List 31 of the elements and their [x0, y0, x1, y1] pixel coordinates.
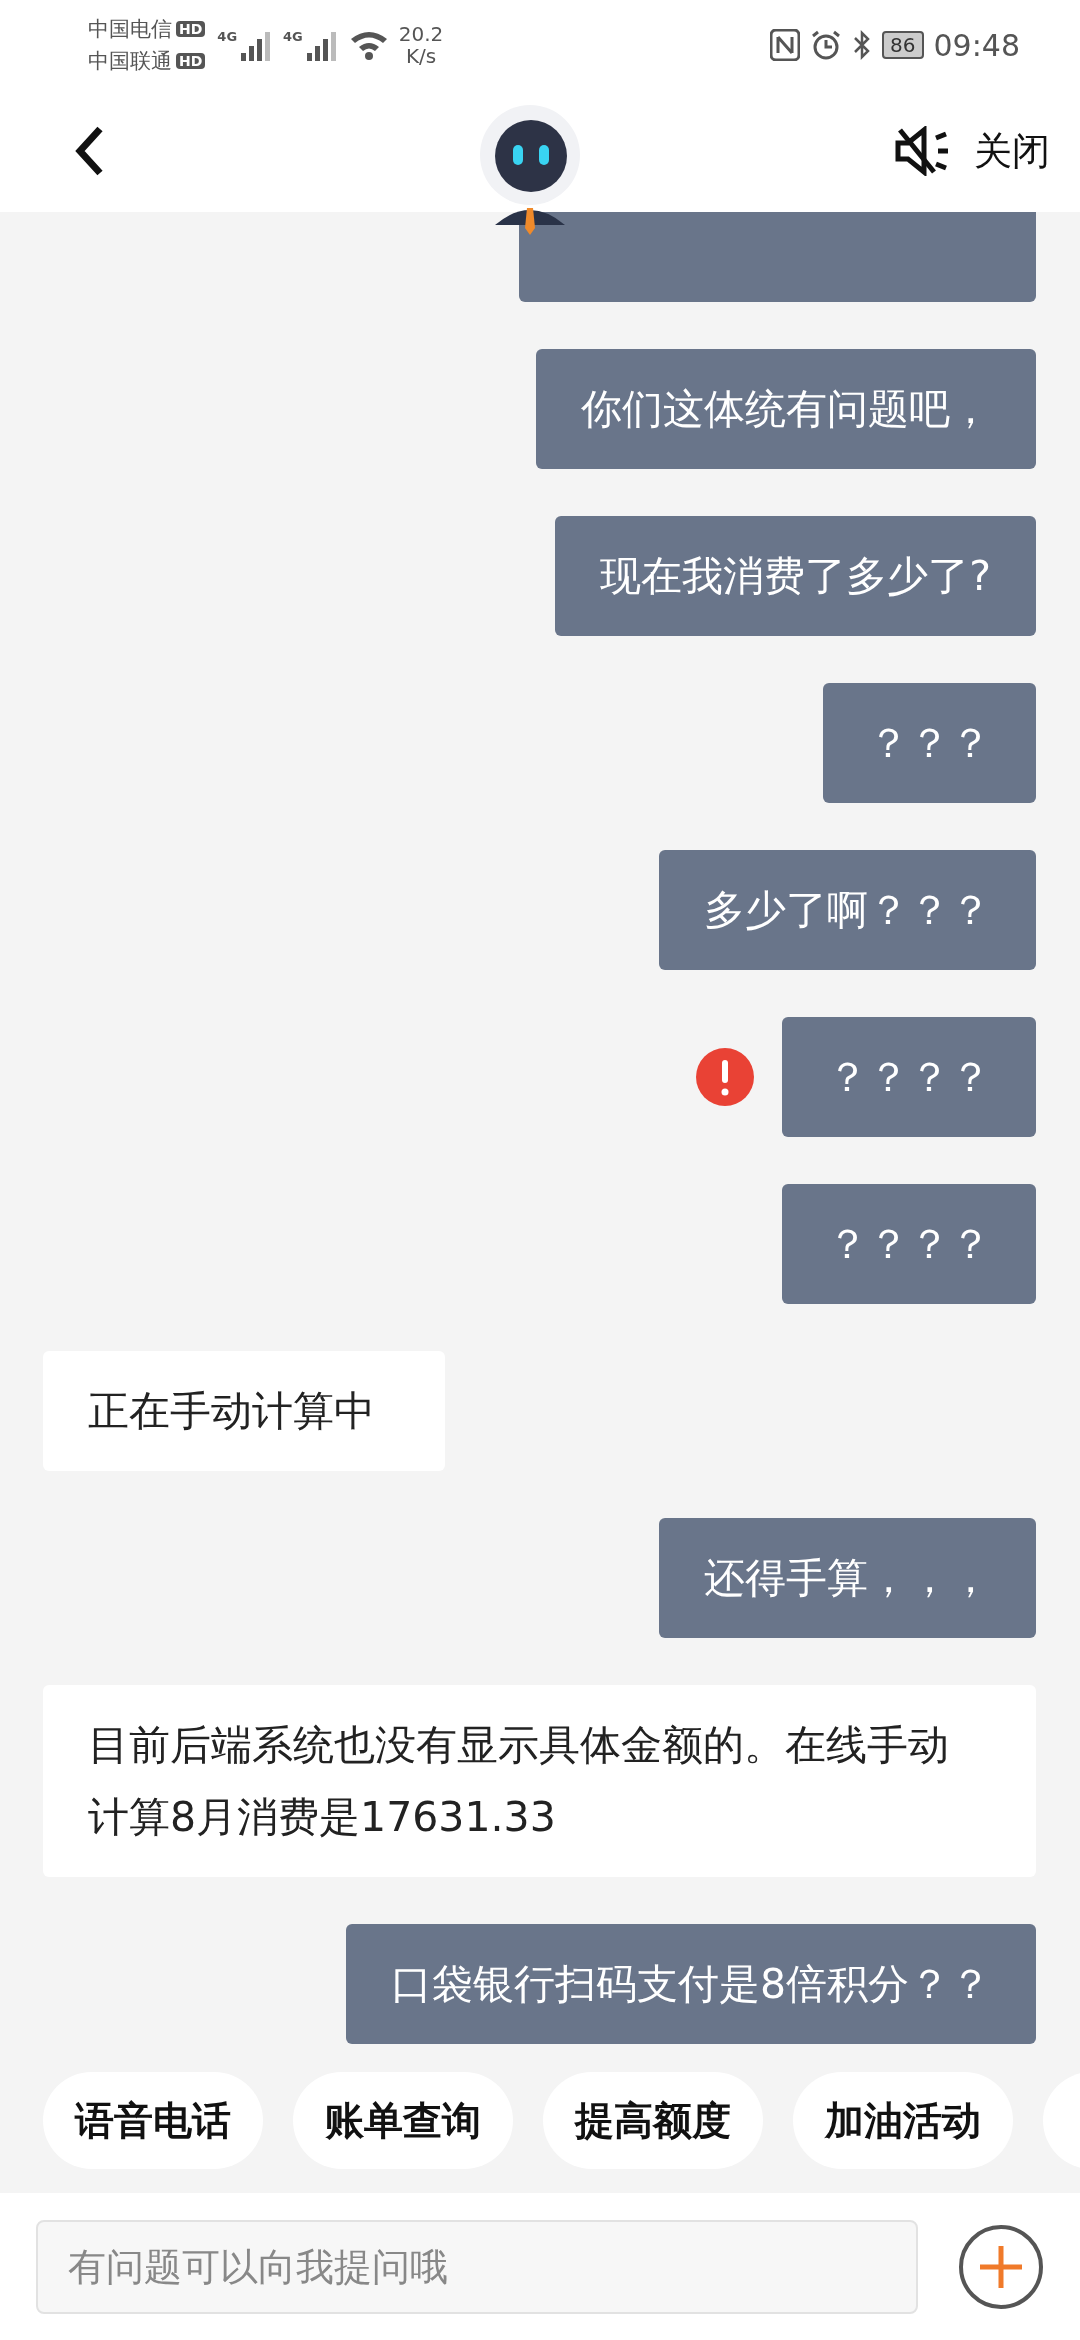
quick-reply-chip[interactable]: 语音电话	[43, 2072, 263, 2169]
message-bubble: 你们这体统有问题吧，	[536, 349, 1036, 469]
message-bubble: 正在手动计算中	[43, 1351, 445, 1471]
error-icon[interactable]	[696, 1048, 754, 1106]
network-type: 4G	[217, 29, 238, 44]
message-bubble: 目前后端系统也没有显示具体金额的。在线手动计算8月消费是17631.33	[43, 1685, 1036, 1877]
quick-reply-chip[interactable]: 账单查询	[293, 2072, 513, 2169]
speaker-muted-icon[interactable]	[894, 126, 950, 176]
hd-badge: HD	[176, 21, 206, 37]
speed-unit: K/s	[405, 45, 437, 67]
message-bubble: ？？？	[823, 683, 1036, 803]
message-bubble: ？？？？	[782, 1184, 1036, 1304]
message-bubble: 现在我消费了多少了?	[555, 516, 1036, 636]
hd-badge: HD	[176, 53, 206, 69]
nfc-icon	[770, 29, 801, 61]
message-bubble: 还得手算，，，	[659, 1518, 1036, 1638]
quick-reply-chip[interactable]: 加油活动	[793, 2072, 1013, 2169]
close-button[interactable]: 关闭	[974, 125, 1050, 177]
carrier-name: 中国电信	[88, 16, 172, 43]
clock-time: 09:48	[933, 27, 1020, 63]
carrier-name: 中国联通	[88, 48, 172, 75]
quick-reply-chip[interactable]: 提高额度	[543, 2072, 763, 2169]
alarm-icon	[810, 29, 843, 61]
message-bubble: ？？？？	[782, 1017, 1036, 1137]
add-icon[interactable]	[958, 2223, 1044, 2310]
message-input-field[interactable]: 有问题可以向我提问哦	[36, 2219, 918, 2314]
message-bubble: 多少了啊？？？	[659, 850, 1036, 970]
network-speed: 20.2	[398, 23, 444, 45]
network-type: 4G	[283, 29, 303, 44]
battery-level: 86	[882, 31, 924, 59]
message-bubble: 口袋银行扫码支付是8倍积分？？	[345, 1924, 1036, 2044]
